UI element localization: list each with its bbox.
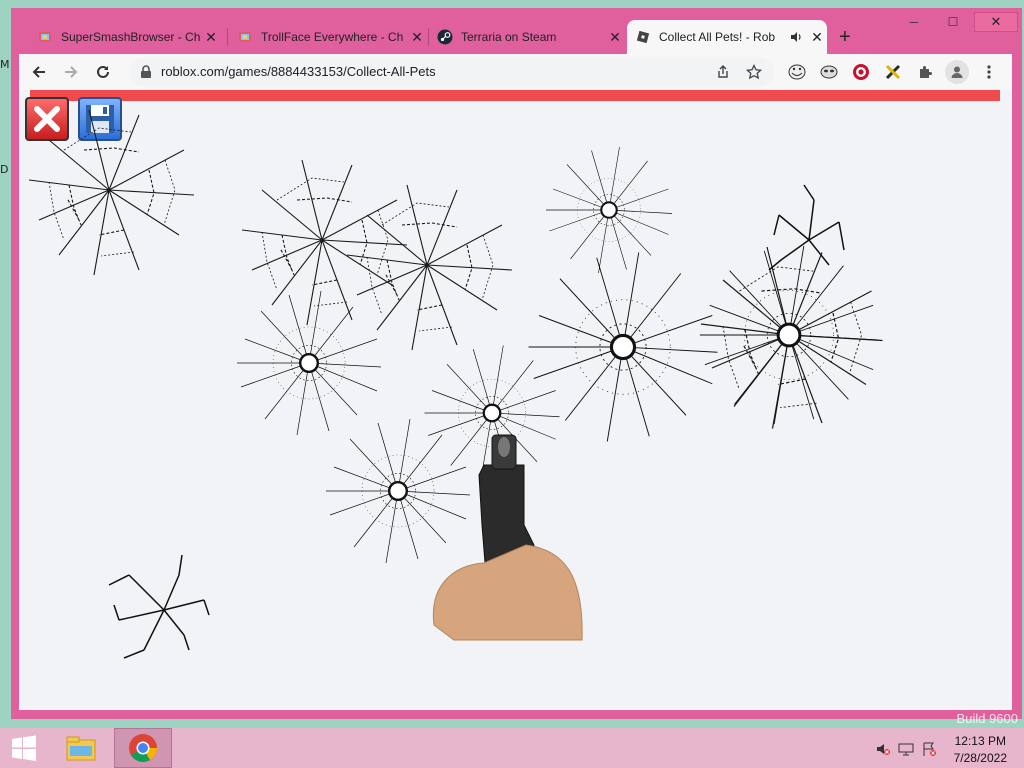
tab-title: TrollFace Everywhere - Ch xyxy=(261,30,404,44)
profile-button[interactable] xyxy=(945,60,969,84)
system-clock[interactable]: 12:13 PM 7/28/2022 xyxy=(954,733,1007,767)
taskbar-file-explorer[interactable] xyxy=(56,730,106,766)
mask-extension-button[interactable] xyxy=(817,60,841,84)
speaker-icon[interactable] xyxy=(789,30,803,44)
close-tab-icon[interactable]: ✕ xyxy=(201,29,221,46)
clock-date: 7/28/2022 xyxy=(953,751,1007,765)
start-button[interactable] xyxy=(0,728,48,768)
trollface-extension-button[interactable] xyxy=(785,60,809,84)
profile-avatar-icon xyxy=(951,66,963,78)
maximize-button[interactable]: ☐ xyxy=(939,12,967,32)
mask-icon xyxy=(820,65,838,79)
glass-crack-1 xyxy=(28,109,195,276)
action-center-flag-icon[interactable] xyxy=(921,741,937,757)
tab-supersmashbrowser[interactable]: SuperSmashBrowser - Ch ✕ xyxy=(29,20,221,54)
forward-button[interactable] xyxy=(59,60,83,84)
tab-collect-all-pets[interactable]: Collect All Pets! - Rob ✕ xyxy=(627,20,827,54)
close-tab-icon[interactable]: ✕ xyxy=(605,29,625,46)
close-tab-icon[interactable]: ✕ xyxy=(807,29,827,46)
taskbar: 12:13 PM 7/28/2022 xyxy=(0,728,1024,768)
steam-icon xyxy=(437,29,453,45)
bullet-hole-5 xyxy=(324,417,472,565)
lock-icon xyxy=(141,65,151,78)
stick-figure-1 xyxy=(768,184,845,271)
maximize-icon: ☐ xyxy=(947,15,959,29)
roblox-icon xyxy=(636,30,650,44)
chrome-icon xyxy=(129,734,157,762)
puzzle-piece-icon xyxy=(920,66,932,78)
reload-icon xyxy=(97,65,109,78)
back-arrow-icon xyxy=(32,66,45,78)
back-button[interactable] xyxy=(27,60,51,84)
trollface-icon xyxy=(788,64,806,80)
tab-title: SuperSmashBrowser - Ch xyxy=(61,30,201,44)
glass-crack-4 xyxy=(698,244,884,430)
menu-button[interactable] xyxy=(977,60,1001,84)
taskbar-chrome[interactable] xyxy=(114,728,172,768)
os-watermark: Build 9600 xyxy=(956,711,1018,726)
bullet-hole-1 xyxy=(544,145,674,275)
glass-crack-3 xyxy=(346,184,513,351)
file-explorer-icon xyxy=(66,736,96,761)
tab-title: Collect All Pets! - Rob xyxy=(659,30,776,44)
desktop-icon-label-1: M xyxy=(0,58,10,71)
wrench-icon xyxy=(885,64,901,80)
game-scene xyxy=(28,109,884,659)
browser-toolbar: roblox.com/games/8884433153/Collect-All-… xyxy=(19,54,1012,90)
target-icon xyxy=(853,64,869,80)
colorful-favicon-icon xyxy=(39,32,51,42)
url-text: roblox.com/games/8884433153/Collect-All-… xyxy=(161,64,436,79)
start-icon xyxy=(12,735,36,761)
minimize-button[interactable]: ─ xyxy=(900,12,928,32)
minimize-icon: ─ xyxy=(909,15,919,29)
forward-arrow-icon xyxy=(65,66,78,78)
target-extension-button[interactable] xyxy=(849,60,873,84)
close-tab-icon[interactable]: ✕ xyxy=(407,29,427,46)
new-tab-button[interactable]: + xyxy=(839,26,851,49)
desktop-icon-label-2: D xyxy=(0,163,9,176)
share-icon[interactable] xyxy=(716,65,730,79)
extensions-button[interactable] xyxy=(913,60,937,84)
tools-extension-button[interactable] xyxy=(881,60,905,84)
glass-crack-2 xyxy=(241,159,408,326)
game-page-content xyxy=(19,90,1012,710)
bookmark-star-icon[interactable] xyxy=(746,64,762,80)
bullet-hole-2 xyxy=(526,250,720,444)
tab-trollface-everywhere[interactable]: TrollFace Everywhere - Ch ✕ xyxy=(229,20,427,54)
three-dots-icon xyxy=(987,65,991,79)
colorful-favicon-icon xyxy=(239,32,251,42)
network-icon[interactable] xyxy=(898,741,914,757)
tab-title: Terraria on Steam xyxy=(461,30,557,44)
close-icon: ✕ xyxy=(990,14,1002,29)
reload-button[interactable] xyxy=(91,60,115,84)
close-window-button[interactable]: ✕ xyxy=(974,12,1018,32)
tab-terraria-steam[interactable]: Terraria on Steam ✕ xyxy=(429,20,625,54)
pistol-hand xyxy=(432,434,583,641)
volume-muted-icon[interactable] xyxy=(875,741,891,757)
clock-time: 12:13 PM xyxy=(954,734,1006,748)
address-bar[interactable]: roblox.com/games/8884433153/Collect-All-… xyxy=(129,58,774,86)
stick-figure-2 xyxy=(108,554,210,659)
